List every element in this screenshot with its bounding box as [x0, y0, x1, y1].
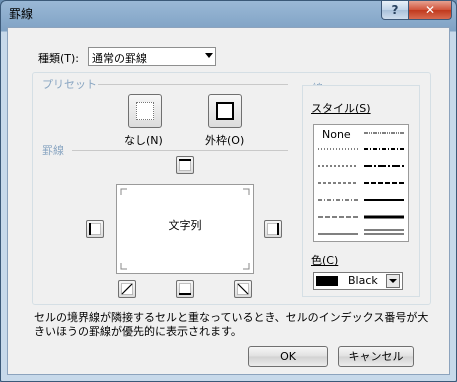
border-section-title: 罫線: [40, 142, 66, 158]
border-preview[interactable]: 文字列: [116, 184, 254, 274]
line-panel: スタイル(S) None 色(C) Black: [302, 85, 420, 297]
preset-none-icon: [136, 102, 154, 120]
cancel-button[interactable]: キャンセル: [338, 346, 414, 367]
preset-outline-icon: [216, 102, 234, 120]
border-left-button[interactable]: [86, 220, 104, 238]
border-right-icon: [267, 223, 279, 235]
border-bottom-button[interactable]: [176, 280, 194, 298]
kind-label: 種類(T):: [38, 52, 80, 65]
window-title: 罫線: [9, 7, 34, 21]
border-diagonal-down-button[interactable]: [234, 280, 252, 298]
color-label: 色(C): [311, 254, 339, 267]
chevron-down-icon: [205, 53, 213, 58]
color-dropdown-button[interactable]: [386, 274, 400, 288]
color-swatch: [316, 276, 338, 286]
preset-divider: [98, 84, 288, 85]
border-left-icon: [89, 223, 101, 235]
close-icon: ✕: [424, 3, 436, 17]
line-style-list[interactable]: None: [313, 124, 409, 242]
preview-text: 文字列: [168, 219, 202, 232]
preset-outline-button[interactable]: [208, 94, 242, 128]
border-diagonal-up-button[interactable]: [118, 280, 136, 298]
kind-dropdown[interactable]: 通常の罫線: [88, 47, 216, 66]
priority-note: セルの境界線が隣接するセルと重なっているとき、セルのインデックス番号が大きいほう…: [34, 311, 429, 338]
line-style-samples: [318, 132, 404, 235]
chevron-down-icon: [389, 279, 397, 283]
preset-none-button[interactable]: [128, 94, 162, 128]
title-bar: 罫線 ? ✕: [1, 1, 456, 25]
border-right-button[interactable]: [264, 220, 282, 238]
diagonal-up-icon: [121, 283, 133, 295]
close-button[interactable]: ✕: [408, 1, 452, 20]
border-bottom-icon: [179, 283, 191, 295]
preset-outline-label: 外枠(O): [205, 134, 245, 147]
help-button[interactable]: ?: [381, 1, 409, 20]
color-dropdown[interactable]: Black: [313, 272, 403, 290]
border-top-icon: [179, 159, 191, 171]
border-divider: [72, 150, 288, 151]
preset-section-title: プリセット: [40, 76, 99, 92]
preset-none-label: なし(N): [124, 134, 163, 147]
ok-button[interactable]: OK: [248, 346, 328, 367]
diagonal-down-icon: [237, 283, 249, 295]
help-icon: ?: [391, 3, 399, 17]
border-top-button[interactable]: [176, 156, 194, 174]
dialog-body: 種類(T): 通常の罫線 プリセット なし(N) 外枠(O) 罫線 文字列 スタ…: [7, 27, 450, 375]
kind-dropdown-value: 通常の罫線: [92, 52, 147, 65]
format-cells-border-dialog: 罫線 ? ✕ 種類(T): 通常の罫線 プリセット なし(N) 外枠(O) 罫線: [0, 0, 457, 382]
style-label: スタイル(S): [311, 102, 371, 115]
color-value: Black: [348, 274, 378, 287]
